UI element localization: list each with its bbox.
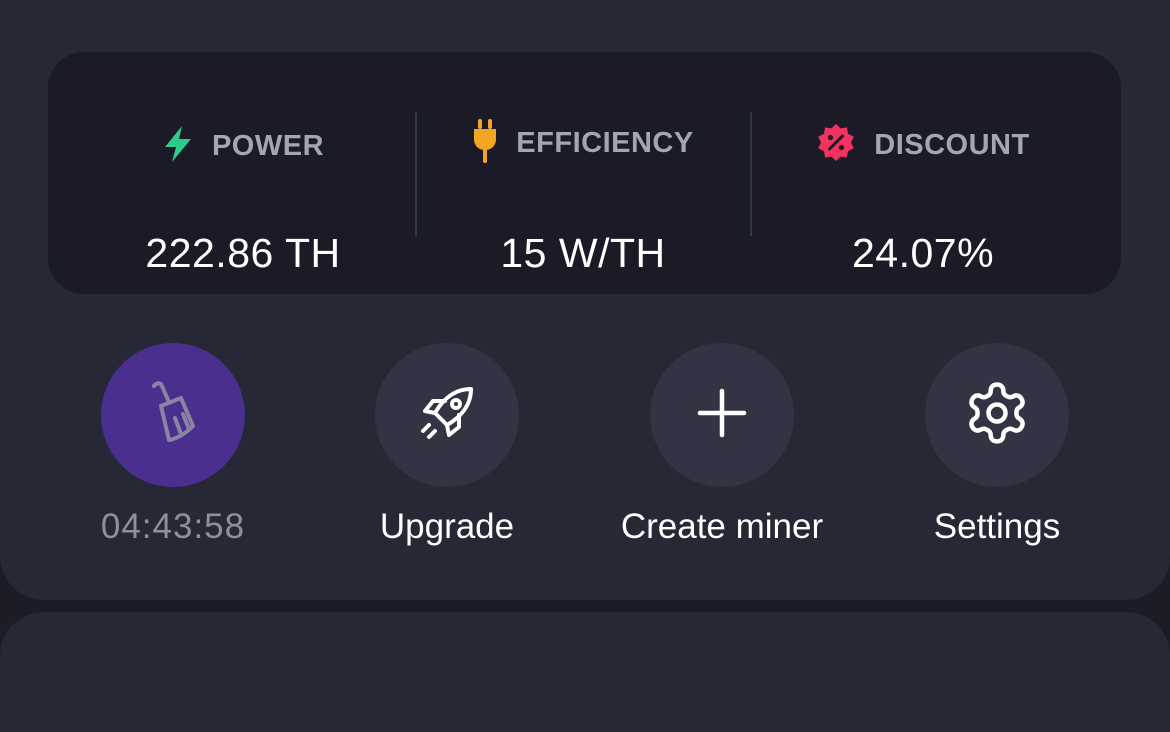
stat-value: 222.86 TH	[145, 230, 341, 276]
stat-efficiency: EFFICIENCY 15 W/TH	[433, 52, 733, 294]
broom-icon	[145, 380, 201, 451]
stat-value: 24.07%	[851, 230, 995, 276]
create-miner-button-circle[interactable]	[650, 343, 794, 487]
stats-panel: POWER 222.86 TH EFFICIENCY 15 W/TH DISCO…	[48, 52, 1121, 294]
stats-divider	[415, 112, 417, 236]
miner-card: POWER 222.86 TH EFFICIENCY 15 W/TH DISCO…	[0, 0, 1170, 600]
stats-divider	[750, 112, 752, 236]
lightning-icon	[162, 125, 194, 168]
stat-discount: DISCOUNT 24.07%	[768, 52, 1078, 294]
stat-label: POWER	[211, 130, 325, 162]
stat-value: 15 W/TH	[500, 230, 666, 276]
stat-label: DISCOUNT	[874, 129, 1030, 161]
rocket-icon	[415, 381, 479, 450]
stat-power: POWER 222.86 TH	[88, 52, 398, 294]
upgrade-button[interactable]: Upgrade	[317, 343, 577, 547]
upgrade-label: Upgrade	[379, 507, 515, 546]
create-miner-button[interactable]: Create miner	[592, 343, 852, 547]
next-card	[0, 612, 1170, 732]
plug-icon	[472, 119, 498, 168]
cleanup-button-circle[interactable]	[101, 343, 245, 487]
cleanup-timer-button[interactable]: 04:43:58	[43, 343, 303, 547]
cleanup-timer-label: 04:43:58	[100, 507, 246, 546]
gear-icon	[963, 379, 1031, 452]
create-miner-label: Create miner	[620, 507, 824, 546]
upgrade-button-circle[interactable]	[375, 343, 519, 487]
settings-button-circle[interactable]	[925, 343, 1069, 487]
settings-label: Settings	[933, 507, 1061, 546]
settings-button[interactable]: Settings	[867, 343, 1127, 547]
discount-badge-icon	[816, 123, 856, 168]
stat-label: EFFICIENCY	[516, 127, 694, 159]
plus-icon	[696, 387, 748, 444]
